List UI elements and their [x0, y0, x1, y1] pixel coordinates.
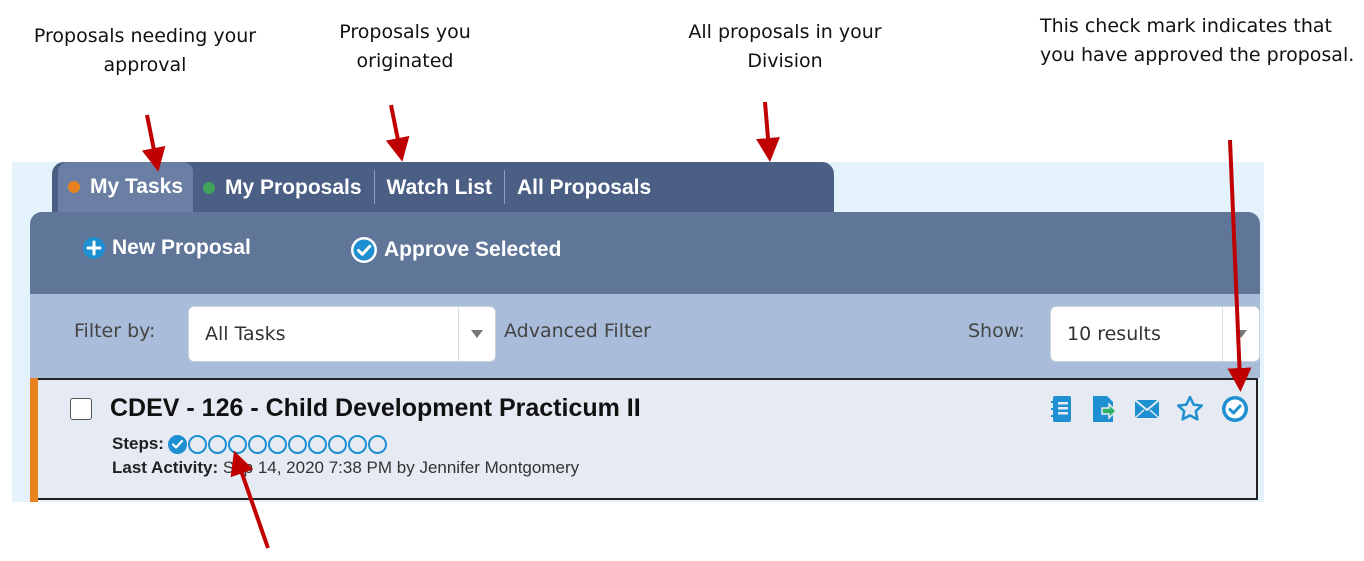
- step-pending-icon: [207, 434, 227, 454]
- tab-label: Watch List: [386, 176, 492, 199]
- step-pending-icon: [267, 434, 287, 454]
- arrow-to-all-proposals: [756, 101, 780, 162]
- green-dot-icon: [203, 182, 215, 194]
- row-checkbox[interactable]: [70, 398, 92, 420]
- approved-check-icon[interactable]: [1220, 394, 1250, 424]
- tab-my-proposals[interactable]: My Proposals: [193, 164, 372, 212]
- callout-my-tasks: Proposals needing your approval: [33, 25, 257, 76]
- envelope-icon[interactable]: [1134, 399, 1160, 419]
- tab-label: My Tasks: [90, 175, 183, 198]
- steps-label: Steps:: [112, 434, 164, 453]
- arrow-to-my-tasks: [141, 114, 166, 172]
- last-activity-label: Last Activity:: [112, 458, 219, 477]
- tab-watch-list[interactable]: Watch List: [377, 164, 502, 212]
- step-completed-icon: [167, 434, 187, 454]
- steps-progress: Steps:: [112, 434, 388, 454]
- step-pending-icon: [347, 434, 367, 454]
- tab-separator: [373, 170, 375, 204]
- row-actions: [1034, 394, 1250, 424]
- tab-all-proposals[interactable]: All Proposals: [507, 164, 661, 212]
- step-pending-icon: [287, 434, 307, 454]
- filter-selected-value: All Tasks: [205, 323, 286, 345]
- steps-indicator: [167, 434, 388, 454]
- tab-label: All Proposals: [516, 176, 652, 199]
- show-label: Show:: [968, 320, 1025, 342]
- tab-bar: My Tasks My Proposals Watch List All Pro…: [52, 162, 834, 212]
- results-selected-value: 10 results: [1067, 323, 1161, 345]
- new-proposal-button[interactable]: New Proposal: [82, 236, 251, 260]
- tab-separator: [503, 170, 505, 204]
- notebook-icon[interactable]: [1050, 395, 1074, 423]
- toolbar: New Proposal Approve Selected: [30, 212, 1260, 294]
- arrow-to-my-proposals: [385, 104, 410, 162]
- step-pending-icon: [187, 434, 207, 454]
- advanced-filter-link[interactable]: Advanced Filter: [504, 320, 651, 342]
- check-circle-icon: [351, 237, 377, 263]
- approve-selected-button[interactable]: Approve Selected: [350, 236, 561, 264]
- new-proposal-label: New Proposal: [112, 236, 251, 259]
- filter-label: Filter by:: [74, 320, 156, 342]
- tab-my-tasks[interactable]: My Tasks: [58, 162, 193, 212]
- callout-all-proposals: All proposals in your Division: [688, 21, 882, 72]
- callout-my-proposals: Proposals you originated: [339, 21, 471, 72]
- proposal-row[interactable]: CDEV - 126 - Child Development Practicum…: [30, 378, 1258, 502]
- step-pending-icon: [227, 434, 247, 454]
- chevron-down-icon[interactable]: [1222, 307, 1259, 361]
- last-activity: Last Activity: Sep 14, 2020 7:38 PM by J…: [112, 458, 579, 478]
- filter-select[interactable]: All Tasks: [188, 306, 496, 362]
- proposal-title[interactable]: CDEV - 126 - Child Development Practicum…: [110, 394, 641, 423]
- chevron-down-icon[interactable]: [458, 307, 495, 361]
- star-icon[interactable]: [1176, 395, 1204, 423]
- plus-circle-icon: [83, 237, 105, 259]
- orange-dot-icon: [68, 181, 80, 193]
- step-pending-icon: [307, 434, 327, 454]
- results-per-page-select[interactable]: 10 results: [1050, 306, 1260, 362]
- filter-bar: Filter by: All Tasks Advanced Filter Sho…: [30, 294, 1260, 378]
- step-pending-icon: [327, 434, 347, 454]
- step-pending-icon: [367, 434, 387, 454]
- document-export-icon[interactable]: [1090, 394, 1118, 424]
- last-activity-value: Sep 14, 2020 7:38 PM by Jennifer Montgom…: [222, 458, 580, 477]
- approve-selected-label: Approve Selected: [384, 238, 562, 261]
- tab-label: My Proposals: [225, 176, 362, 199]
- callout-check-mark: This check mark indicates that you have …: [1040, 15, 1355, 66]
- step-pending-icon: [247, 434, 267, 454]
